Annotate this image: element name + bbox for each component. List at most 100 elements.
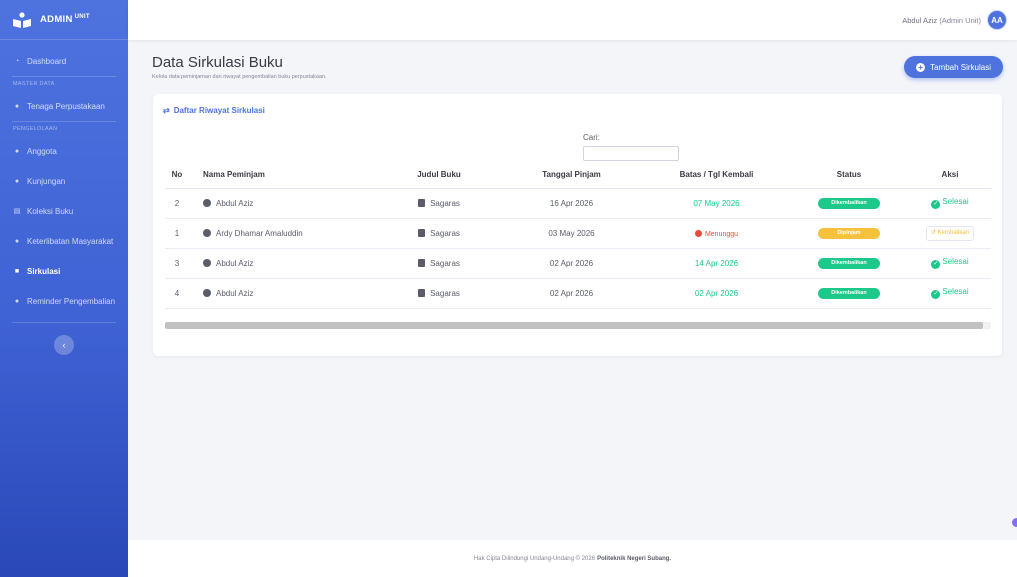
footer: Hak Cipta Dilindungi Undang-Undang © 202… (128, 540, 1017, 577)
pending-label: Menunggu (694, 229, 738, 238)
done-label: ✓ Selesai (931, 287, 969, 299)
scrollbar-thumb[interactable] (165, 322, 983, 329)
sidebar-section-master: MASTER DATA (13, 81, 55, 87)
check-circle-icon: ✓ (931, 200, 941, 209)
sidebar-item-reminder-pengembalian[interactable]: ● Reminder Pengembalian (0, 286, 128, 316)
footer-org: Politeknik Negeri Subang. (597, 555, 672, 562)
col-header-no[interactable]: No (165, 162, 189, 189)
sidebar-item-label: Kunjungan (27, 176, 66, 186)
brand[interactable]: ADMIN UNIT (0, 0, 128, 40)
reader-logo-icon (13, 11, 31, 28)
col-header-nama[interactable]: Nama Peminjam (189, 162, 379, 189)
cell-no: 3 (165, 248, 189, 279)
bell-icon: ● (14, 297, 20, 305)
cell-no: 4 (165, 278, 189, 309)
cell-status: Dikembalikan (789, 278, 909, 309)
cell-aksi: ✓ Selesai (909, 248, 991, 279)
done-label: ✓ Selesai (931, 197, 969, 209)
cell-tanggal-pinjam: 02 Apr 2026 (499, 278, 644, 309)
undo-icon: ↺ (930, 229, 936, 236)
done-label: ✓ Selesai (931, 257, 969, 269)
cell-batas: Menunggu (644, 218, 789, 249)
book-icon: ▤ (13, 208, 21, 215)
sidebar-item-label: Koleksi Buku (27, 206, 74, 216)
visit-icon: ● (14, 177, 20, 185)
floating-widget-icon[interactable] (1012, 518, 1017, 527)
cell-batas: 02 Apr 2026 (644, 278, 789, 309)
sidebar-section-pengelolaan: PENGELOLAAN (13, 126, 58, 132)
col-header-batas[interactable]: Batas / Tgl Kembali (644, 162, 789, 189)
book-icon (418, 228, 426, 237)
search-label: Cari: (583, 133, 600, 142)
cell-batas: 07 May 2026 (644, 188, 789, 219)
add-circulation-button[interactable]: + Tambah Sirkulasi (904, 56, 1003, 78)
cell-tanggal-pinjam: 03 May 2026 (499, 218, 644, 249)
add-circulation-label: Tambah Sirkulasi (930, 62, 991, 72)
users-icon: ● (14, 147, 20, 155)
sidebar-item-sirkulasi[interactable]: ■ Sirkulasi (0, 256, 128, 286)
sidebar-item-label: Anggota (27, 146, 57, 156)
book-icon (418, 258, 426, 267)
return-button[interactable]: ↺ Kembalikan (925, 225, 975, 241)
user-icon: ● (14, 102, 20, 110)
chevron-left-icon: ‹ (62, 340, 66, 350)
page-subtitle: Kelola data peminjaman dan riwayat penge… (152, 74, 327, 80)
user-name[interactable]: Abdul Aziz (Admin Unit) (902, 16, 981, 25)
col-header-aksi[interactable]: Aksi (909, 162, 991, 189)
sidebar-item-koleksi-buku[interactable]: ▤ Koleksi Buku (0, 196, 128, 226)
exchange-icon: ⇄ (163, 106, 170, 115)
page-title: Data Sirkulasi Buku (152, 54, 283, 71)
cell-batas: 14 Apr 2026 (644, 248, 789, 279)
cell-no: 1 (165, 218, 189, 249)
cell-judul: Sagaras (379, 248, 499, 279)
status-badge: Dipinjam (818, 228, 880, 239)
community-icon: ● (14, 237, 20, 245)
clock-icon (694, 229, 702, 237)
sidebar-item-dashboard[interactable]: ◔ Dashboard (0, 46, 128, 76)
status-badge: Dikembalikan (818, 258, 880, 269)
circulation-table: No Nama Peminjam Judul Buku Tanggal Pinj… (165, 162, 991, 309)
cell-aksi: ✓ Selesai (909, 188, 991, 219)
col-header-tanggal-pinjam[interactable]: Tanggal Pinjam (499, 162, 644, 189)
cell-nama: Abdul Aziz (189, 248, 379, 279)
card-title: ⇄ Daftar Riwayat Sirkulasi (163, 106, 265, 115)
sidebar-toggle-button[interactable]: ‹ (54, 335, 74, 355)
user-circle-icon (203, 228, 211, 237)
user-circle-icon (203, 288, 211, 297)
table-row: 4 Abdul Aziz Sagaras 02 Apr 2026 02 Apr … (165, 278, 991, 309)
sidebar-item-label: Keterlibatan Masyarakat (27, 236, 114, 246)
cell-no: 2 (165, 188, 189, 219)
page-header: Data Sirkulasi Buku Kelola data peminjam… (152, 54, 327, 80)
avatar[interactable]: AA (987, 10, 1007, 30)
circulation-card: ⇄ Daftar Riwayat Sirkulasi Cari: No Nama… (153, 94, 1002, 356)
plus-icon: + (916, 62, 926, 72)
horizontal-scrollbar[interactable] (165, 322, 991, 329)
check-circle-icon: ✓ (931, 290, 941, 299)
sidebar-item-keterlibatan-masyarakat[interactable]: ● Keterlibatan Masyarakat (0, 226, 128, 256)
cell-tanggal-pinjam: 16 Apr 2026 (499, 188, 644, 219)
cell-status: Dikembalikan (789, 188, 909, 219)
sidebar-item-label: Tenaga Perpustakaan (27, 101, 105, 111)
sidebar: ADMIN UNIT ◔ Dashboard MASTER DATA ● Tena… (0, 0, 128, 577)
cell-judul: Sagaras (379, 278, 499, 309)
cell-status: Dipinjam (789, 218, 909, 249)
cell-nama: Abdul Aziz (189, 188, 379, 219)
col-header-status[interactable]: Status (789, 162, 909, 189)
search-input[interactable] (583, 146, 679, 161)
sidebar-item-kunjungan[interactable]: ● Kunjungan (0, 166, 128, 196)
sidebar-item-tenaga-perpustakaan[interactable]: ● Tenaga Perpustakaan (0, 91, 128, 121)
dashboard-icon: ◔ (14, 57, 20, 65)
status-badge: Dikembalikan (818, 288, 880, 299)
cell-status: Dikembalikan (789, 248, 909, 279)
cell-aksi: ✓ Selesai (909, 278, 991, 309)
sidebar-item-label: Reminder Pengembalian (27, 296, 116, 306)
col-header-judul[interactable]: Judul Buku (379, 162, 499, 189)
cell-tanggal-pinjam: 02 Apr 2026 (499, 248, 644, 279)
search-box: Cari: (583, 132, 679, 161)
sidebar-item-anggota[interactable]: ● Anggota (0, 136, 128, 166)
footer-copyright: Hak Cipta Dilindungi Undang-Undang © 202… (473, 555, 596, 562)
cell-aksi: ↺ Kembalikan (909, 218, 991, 249)
cell-judul: Sagaras (379, 218, 499, 249)
cell-judul: Sagaras (379, 188, 499, 219)
brand-name: ADMIN UNIT (40, 13, 90, 26)
